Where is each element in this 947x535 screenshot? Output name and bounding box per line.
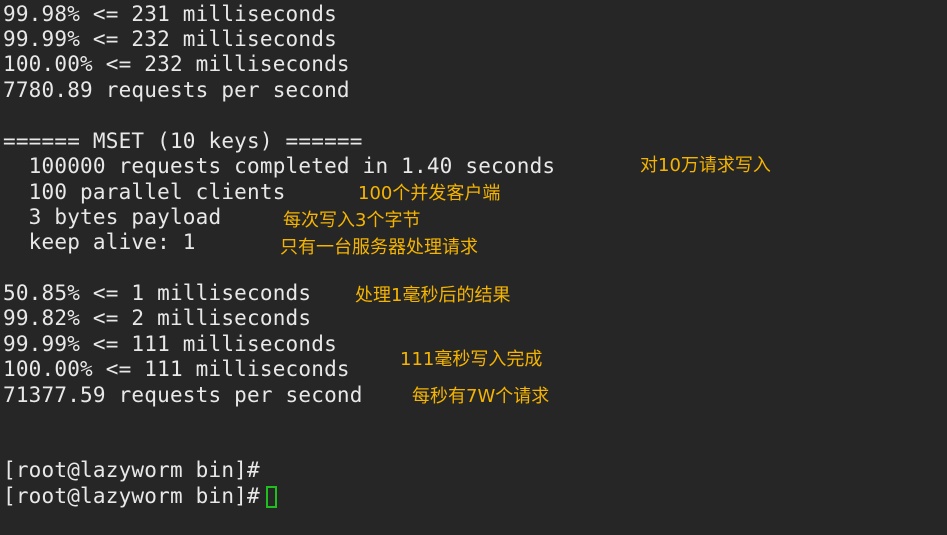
output-line: 71377.59 requests per second bbox=[3, 383, 363, 407]
output-line: 99.99% <= 232 milliseconds bbox=[3, 27, 337, 51]
output-line: 3 bytes payload bbox=[3, 205, 222, 229]
shell-prompt-active[interactable]: [root@lazyworm bin]# bbox=[3, 484, 277, 509]
section-header: ====== MSET (10 keys) ====== bbox=[3, 129, 363, 153]
annotation-rps: 每秒有7W个请求 bbox=[412, 386, 550, 407]
output-line: 100.00% <= 111 milliseconds bbox=[3, 357, 350, 381]
output-line: 7780.89 requests per second bbox=[3, 78, 350, 102]
output-line: 100 parallel clients bbox=[3, 180, 286, 204]
annotation-complete: 111毫秒写入完成 bbox=[400, 349, 543, 370]
annotation-first-ms: 处理1毫秒后的结果 bbox=[355, 285, 511, 306]
annotation-keep-alive: 只有一台服务器处理请求 bbox=[280, 237, 478, 258]
output-line: 100000 requests completed in 1.40 second… bbox=[3, 154, 556, 178]
annotation-parallel-clients: 100个并发客户端 bbox=[358, 183, 501, 204]
annotation-requests-total: 对10万请求写入 bbox=[640, 155, 771, 176]
prompt-text: [root@lazyworm bin]# bbox=[3, 484, 260, 508]
output-line: 99.99% <= 111 milliseconds bbox=[3, 332, 337, 356]
output-line: 100.00% <= 232 milliseconds bbox=[3, 52, 350, 76]
shell-prompt: [root@lazyworm bin]# bbox=[3, 458, 260, 482]
output-line: keep alive: 1 bbox=[3, 230, 196, 254]
output-line: 50.85% <= 1 milliseconds bbox=[3, 281, 312, 305]
annotation-payload: 每次写入3个字节 bbox=[283, 210, 421, 231]
output-line: 99.82% <= 2 milliseconds bbox=[3, 306, 312, 330]
terminal-window[interactable]: 99.98% <= 231 milliseconds 99.99% <= 232… bbox=[0, 0, 947, 535]
output-line: 99.98% <= 231 milliseconds bbox=[3, 2, 337, 26]
cursor-icon bbox=[265, 486, 277, 508]
